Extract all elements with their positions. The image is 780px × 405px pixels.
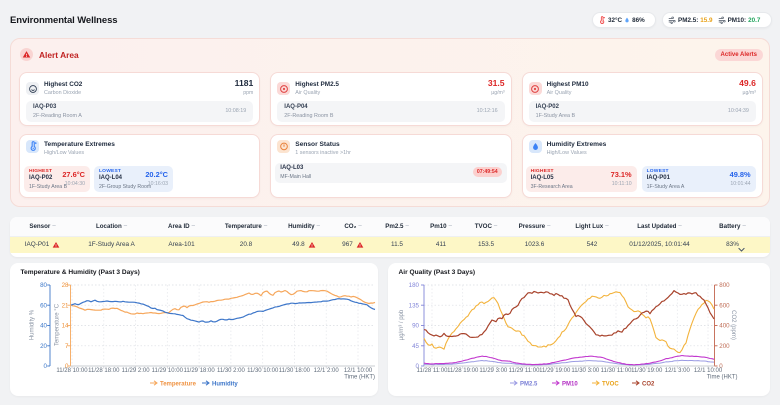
svg-text:Time (HKT): Time (HKT) — [344, 375, 375, 381]
svg-text:14: 14 — [62, 323, 69, 330]
svg-text:Temperature: Temperature — [160, 382, 197, 388]
svg-text:11/29 18:00: 11/29 18:00 — [183, 368, 215, 374]
svg-text:Humidity %: Humidity % — [30, 309, 36, 340]
svg-text:µg/m³ / ppb: µg/m³ / ppb — [399, 309, 405, 340]
svg-text:PM2.5: PM2.5 — [520, 382, 538, 388]
svg-text:11/30 18:00: 11/30 18:00 — [279, 368, 311, 374]
svg-text:PM10: PM10 — [562, 382, 578, 388]
svg-text:11/29 3:00: 11/29 3:00 — [479, 368, 508, 374]
svg-text:11/29 19:00: 11/29 19:00 — [539, 368, 571, 374]
svg-text:12/1 3:00: 12/1 3:00 — [665, 368, 691, 374]
svg-text:0: 0 — [44, 363, 48, 370]
svg-text:20: 20 — [40, 343, 47, 350]
svg-text:CO2: CO2 — [642, 382, 655, 388]
svg-text:Humidity: Humidity — [212, 382, 238, 388]
svg-text:11/30 2:00: 11/30 2:00 — [217, 368, 246, 374]
svg-text:400: 400 — [719, 323, 730, 330]
svg-text:11/28 19:00: 11/28 19:00 — [447, 368, 479, 374]
svg-text:11/30 19:00: 11/30 19:00 — [631, 368, 663, 374]
svg-text:11/30 10:00: 11/30 10:00 — [247, 368, 279, 374]
svg-text:Temperature °C: Temperature °C — [55, 303, 61, 346]
svg-text:40: 40 — [40, 323, 47, 330]
svg-text:11/28 11:00: 11/28 11:00 — [417, 368, 448, 374]
svg-text:TVOC: TVOC — [602, 382, 619, 388]
svg-text:200: 200 — [719, 343, 730, 350]
svg-text:11/29 10:00: 11/29 10:00 — [152, 368, 184, 374]
svg-text:12/1 2:00: 12/1 2:00 — [314, 368, 340, 374]
svg-text:7: 7 — [65, 343, 69, 350]
svg-text:11/29 11:00: 11/29 11:00 — [509, 368, 540, 374]
svg-text:135: 135 — [409, 303, 420, 310]
svg-text:CO2 (ppm): CO2 (ppm) — [730, 310, 736, 340]
svg-text:90: 90 — [412, 323, 419, 330]
svg-text:11/30 3:00: 11/30 3:00 — [571, 368, 600, 374]
svg-text:11/30 11:00: 11/30 11:00 — [601, 368, 632, 374]
svg-text:600: 600 — [719, 303, 730, 310]
svg-text:Time (HKT): Time (HKT) — [707, 375, 738, 381]
svg-text:800: 800 — [719, 282, 730, 289]
svg-text:60: 60 — [40, 303, 47, 310]
svg-text:12/1 10:00: 12/1 10:00 — [694, 368, 723, 374]
svg-text:11/28 10:00: 11/28 10:00 — [56, 368, 88, 374]
svg-text:28: 28 — [62, 282, 69, 289]
svg-text:80: 80 — [40, 282, 47, 289]
svg-text:11/28 18:00: 11/28 18:00 — [88, 368, 120, 374]
svg-text:180: 180 — [409, 282, 420, 289]
svg-text:12/1 10:00: 12/1 10:00 — [344, 368, 373, 374]
svg-text:21: 21 — [62, 303, 69, 310]
svg-text:11/29 2:00: 11/29 2:00 — [122, 368, 151, 374]
svg-text:45: 45 — [412, 343, 419, 350]
